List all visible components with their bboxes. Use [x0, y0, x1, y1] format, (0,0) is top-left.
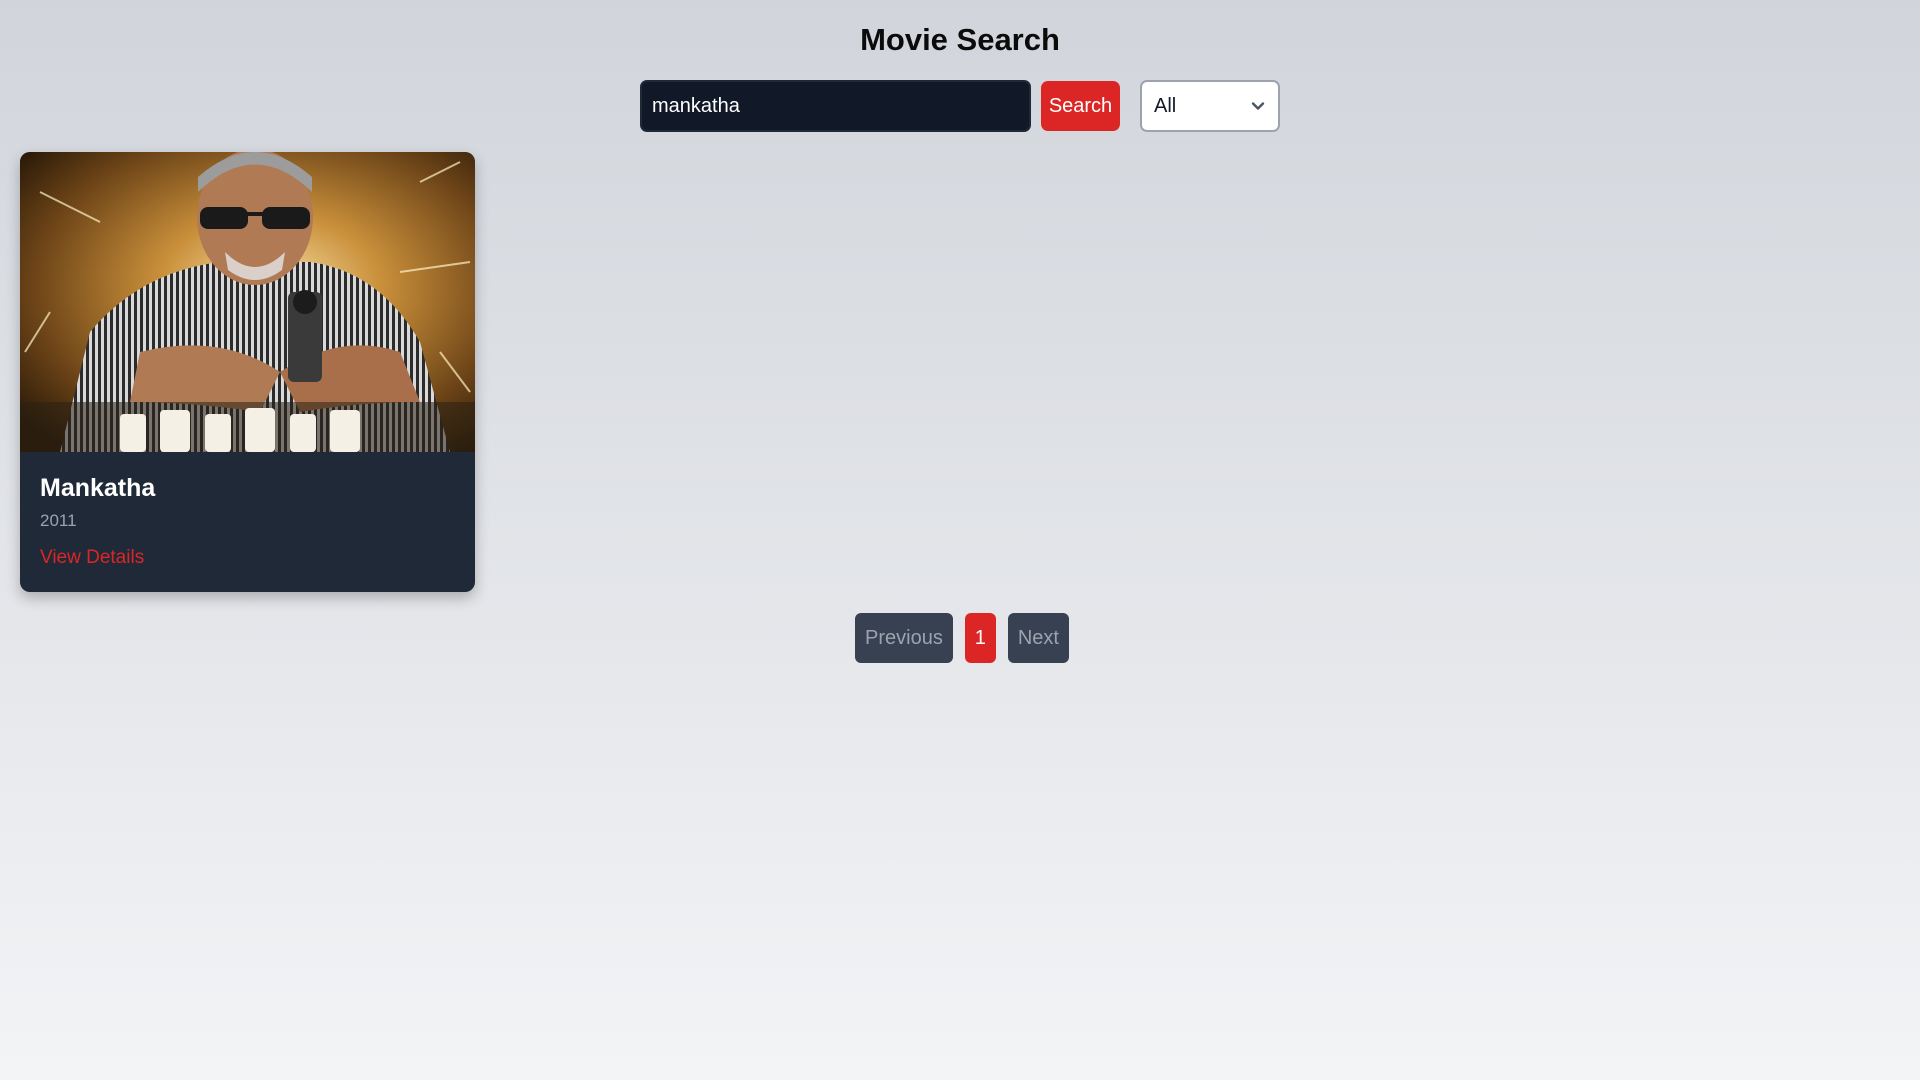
filter-select[interactable]: All — [1140, 80, 1280, 132]
card-body: Mankatha 2011 View Details — [20, 452, 475, 591]
pagination: Previous 1 Next — [855, 613, 1069, 663]
search-input[interactable] — [640, 80, 1031, 132]
movie-card[interactable]: Mankatha 2011 View Details — [20, 152, 475, 592]
page-title: Movie Search — [860, 22, 1060, 57]
search-bar: Search All — [640, 80, 1280, 132]
movie-year: 2011 — [40, 511, 77, 530]
search-button[interactable]: Search — [1041, 81, 1120, 131]
movie-title: Mankatha — [40, 474, 156, 502]
chevron-down-icon — [1251, 102, 1265, 110]
movie-poster — [20, 152, 475, 452]
page-number-button[interactable]: 1 — [964, 613, 996, 663]
previous-button[interactable]: Previous — [855, 613, 953, 663]
filter-selected-value: All — [1154, 94, 1177, 117]
next-button[interactable]: Next — [1007, 613, 1069, 663]
view-details-link[interactable]: View Details — [40, 547, 144, 569]
